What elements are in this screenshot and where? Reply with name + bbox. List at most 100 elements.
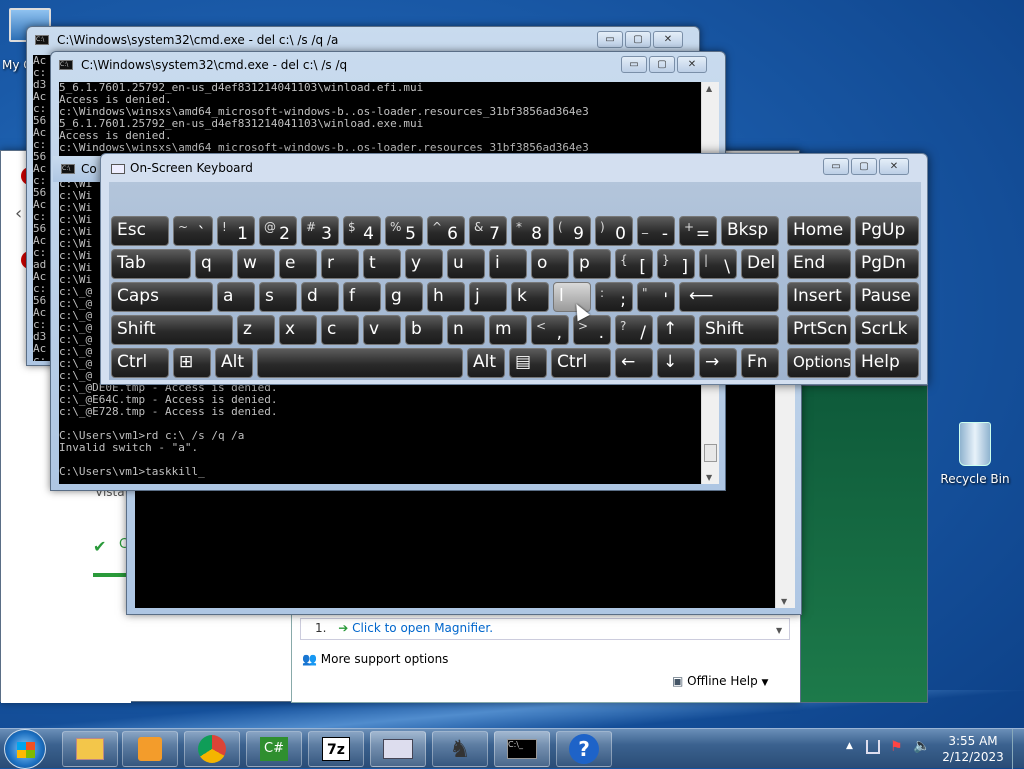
volume-icon[interactable]: 🔈 [913, 738, 930, 754]
recycle-bin-desktop-icon[interactable]: Recycle Bin [940, 422, 1010, 486]
clock[interactable]: 3:55 AM 2/12/2023 [940, 733, 1006, 765]
key-ctrl-left[interactable]: Ctrl [111, 348, 169, 378]
taskbar-chrome[interactable] [184, 731, 240, 767]
maximize-button[interactable]: ▢ [625, 31, 651, 48]
key-n[interactable]: n [447, 315, 485, 345]
key-prtscn[interactable]: PrtScn [787, 315, 851, 345]
scroll-down-icon[interactable]: ▼ [706, 473, 712, 482]
key-m[interactable]: m [489, 315, 527, 345]
scroll-down-icon[interactable]: ▼ [781, 597, 787, 606]
key-8[interactable]: * 8 [511, 216, 549, 246]
key-b[interactable]: b [405, 315, 443, 345]
key-a[interactable]: a [217, 282, 255, 312]
scroll-thumb[interactable] [704, 444, 717, 462]
key-right-arrow[interactable]: → [699, 348, 737, 378]
scroll-up-icon[interactable]: ▲ [706, 84, 712, 93]
maximize-button[interactable]: ▢ [851, 158, 877, 175]
key-f[interactable]: f [343, 282, 381, 312]
key-quote[interactable]: " ' [637, 282, 675, 312]
minimize-button[interactable]: ▭ [823, 158, 849, 175]
key-caps[interactable]: Caps [111, 282, 213, 312]
key-ctrl-right[interactable]: Ctrl [551, 348, 611, 378]
key-x[interactable]: x [279, 315, 317, 345]
key-tab[interactable]: Tab [111, 249, 191, 279]
key-semicolon[interactable]: :; [595, 282, 633, 312]
back-arrow-icon[interactable]: ‹ [15, 203, 22, 224]
close-button[interactable]: ✕ [653, 31, 683, 48]
key-6[interactable]: ^ 6 [427, 216, 465, 246]
network-icon[interactable] [866, 740, 880, 754]
key-p[interactable]: p [573, 249, 611, 279]
key-right-bracket[interactable]: }] [657, 249, 695, 279]
key-help[interactable]: Help [855, 348, 919, 378]
magnifier-link[interactable]: Click to open Magnifier. [352, 621, 493, 635]
key-minus[interactable]: _ - [637, 216, 675, 246]
key-equals[interactable]: + = [679, 216, 717, 246]
key-0[interactable]: ) 0 [595, 216, 633, 246]
key-g[interactable]: g [385, 282, 423, 312]
key-j[interactable]: j [469, 282, 507, 312]
key-insert[interactable]: Insert [787, 282, 851, 312]
key-k[interactable]: k [511, 282, 549, 312]
taskbar-osk[interactable] [370, 731, 426, 767]
key-slash[interactable]: ? / [615, 315, 653, 345]
more-support[interactable]: 👥 More support options [302, 652, 448, 666]
key-pgup[interactable]: PgUp [855, 216, 919, 246]
key-scrlk[interactable]: ScrLk [855, 315, 919, 345]
key-e[interactable]: e [279, 249, 317, 279]
key-alt-left[interactable]: Alt [215, 348, 253, 378]
key-enter[interactable]: ⟵ [679, 282, 779, 312]
key-left-bracket[interactable]: {[ [615, 249, 653, 279]
key-o[interactable]: o [531, 249, 569, 279]
key-del[interactable]: Del [741, 249, 779, 279]
step-scroll-down-icon[interactable]: ▼ [776, 626, 782, 635]
key-4[interactable]: $4 [343, 216, 381, 246]
key-comma[interactable]: <, [531, 315, 569, 345]
key-left-arrow[interactable]: ← [615, 348, 653, 378]
key-end[interactable]: End [787, 249, 851, 279]
show-desktop-button[interactable] [1012, 729, 1024, 769]
key-down-arrow[interactable]: ↓ [657, 348, 695, 378]
key-backspace[interactable]: Bksp [721, 216, 779, 246]
key-2[interactable]: @2 [259, 216, 297, 246]
key-i[interactable]: i [489, 249, 527, 279]
taskbar-explorer[interactable] [62, 731, 118, 767]
key-q[interactable]: q [195, 249, 233, 279]
on-screen-keyboard-window[interactable]: On-Screen Keyboard ▭ ▢ ✕ Esc ~ ` ! 1 @2 #3… [100, 153, 928, 385]
key-esc[interactable]: Esc [111, 216, 169, 246]
key-h[interactable]: h [427, 282, 465, 312]
key-windows[interactable]: ⊞ [173, 348, 211, 378]
key-pause[interactable]: Pause [855, 282, 919, 312]
key-5[interactable]: % 5 [385, 216, 423, 246]
taskbar-help[interactable]: ? [556, 731, 612, 767]
key-home[interactable]: Home [787, 216, 851, 246]
key-alt-right[interactable]: Alt [467, 348, 505, 378]
taskbar-chess[interactable]: ♞ [432, 731, 488, 767]
key-1[interactable]: ! 1 [217, 216, 255, 246]
taskbar-csharp[interactable]: C# [246, 731, 302, 767]
key-c[interactable]: c [321, 315, 359, 345]
key-z[interactable]: z [237, 315, 275, 345]
taskbar-7zip[interactable]: 7z [308, 731, 364, 767]
minimize-button[interactable]: ▭ [597, 31, 623, 48]
minimize-button[interactable]: ▭ [621, 56, 647, 73]
key-9[interactable]: (9 [553, 216, 591, 246]
offline-help-dropdown[interactable]: ▣ Offline Help ▼ [672, 674, 768, 688]
key-v[interactable]: v [363, 315, 401, 345]
key-t[interactable]: t [363, 249, 401, 279]
tray-overflow-icon[interactable]: ▲ [846, 741, 853, 751]
action-center-icon[interactable]: ⚑ [890, 739, 903, 755]
key-r[interactable]: r [321, 249, 359, 279]
key-options[interactable]: Options [787, 348, 851, 378]
key-pgdn[interactable]: PgDn [855, 249, 919, 279]
key-d[interactable]: d [301, 282, 339, 312]
key-space[interactable] [257, 348, 463, 378]
key-w[interactable]: w [237, 249, 275, 279]
close-button[interactable]: ✕ [879, 158, 909, 175]
key-y[interactable]: y [405, 249, 443, 279]
key-u[interactable]: u [447, 249, 485, 279]
key-7[interactable]: & 7 [469, 216, 507, 246]
key-fn[interactable]: Fn [741, 348, 779, 378]
key-3[interactable]: #3 [301, 216, 339, 246]
maximize-button[interactable]: ▢ [649, 56, 675, 73]
